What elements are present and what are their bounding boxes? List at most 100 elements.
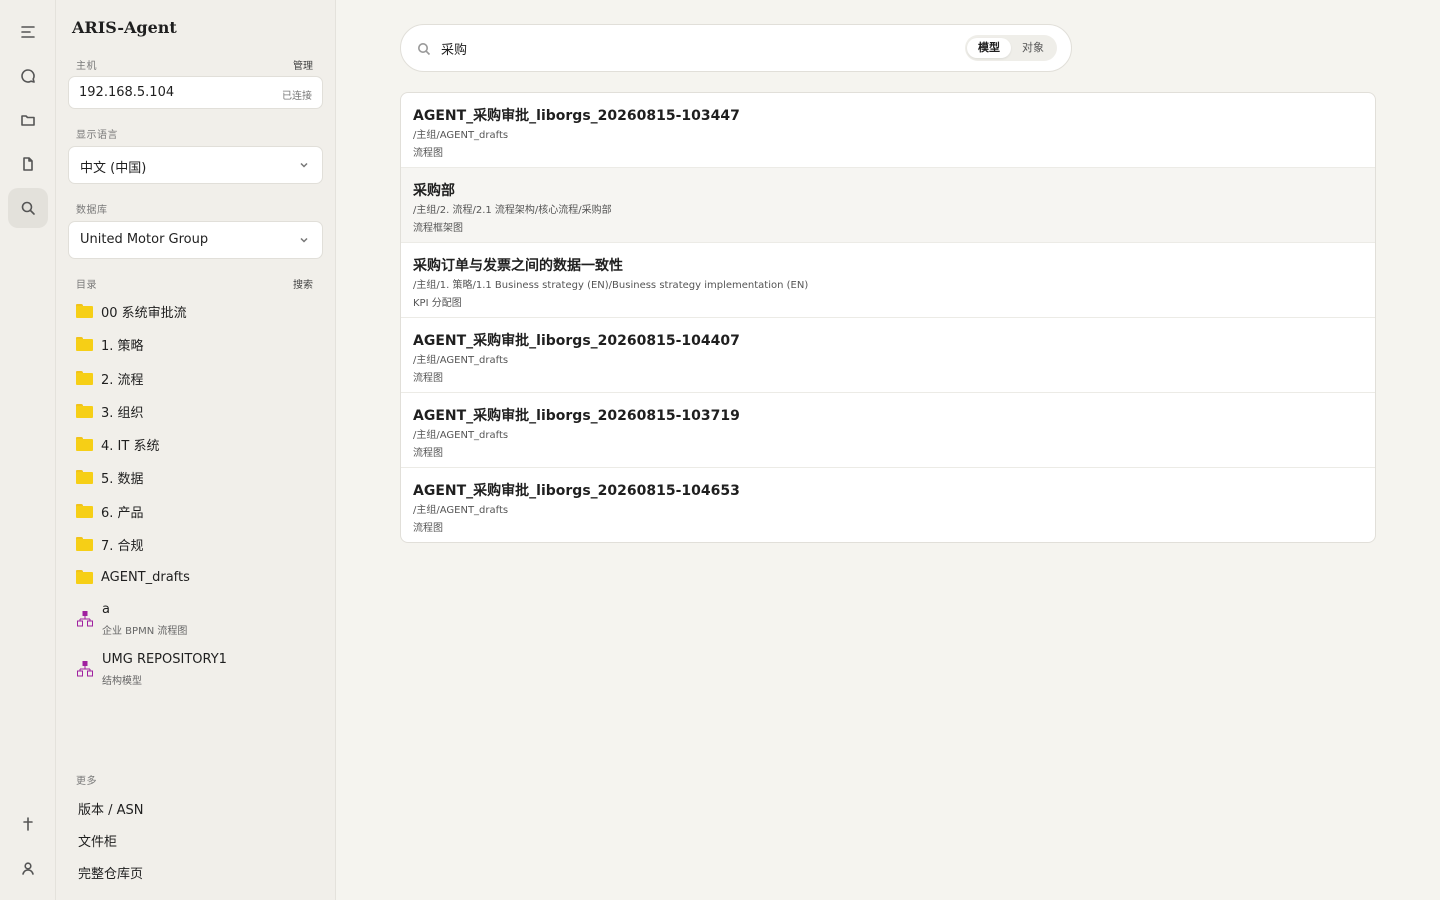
folder-button[interactable]: [8, 100, 48, 140]
result-path: /主组/AGENT_drafts: [413, 355, 509, 366]
result-title: AGENT_采购审批_liborgs_20260815-103447: [413, 108, 740, 124]
folder-icon: [76, 537, 93, 551]
language-value: 中文 (中国): [80, 161, 147, 176]
app-title: ARIS-Agent: [72, 18, 177, 37]
folder-label: 4. IT 系统: [101, 438, 160, 454]
folder-label: AGENT_drafts: [101, 569, 190, 585]
result-title: 采购订单与发票之间的数据一致性: [413, 258, 623, 274]
folder-item[interactable]: 2. 流程: [76, 364, 316, 392]
model-subtitle: 结构模型: [102, 676, 142, 687]
model-item[interactable]: a 企业 BPMN 流程图: [76, 602, 316, 642]
sidebar: ARIS-Agent 主机 管理 192.168.5.104 已连接 显示语言 …: [56, 0, 336, 900]
document-icon: [23, 157, 33, 171]
model-structure-icon: [77, 611, 93, 627]
host-field[interactable]: 192.168.5.104 已连接: [68, 76, 323, 109]
toggle-model[interactable]: 模型: [967, 38, 1011, 58]
result-type: 流程图: [413, 373, 443, 384]
folder-icon: [76, 570, 93, 584]
user-button[interactable]: [8, 848, 48, 888]
result-type: KPI 分配图: [413, 298, 462, 309]
host-manage-link[interactable]: 管理: [293, 57, 313, 72]
result-type: 流程图: [413, 148, 443, 159]
result-path: /主组/AGENT_drafts: [413, 505, 509, 516]
folder-icon: [76, 470, 93, 484]
search-bar: 模型 对象: [400, 24, 1072, 72]
pin-icon: [23, 817, 33, 831]
menu-icon: [21, 26, 35, 38]
result-title: AGENT_采购审批_liborgs_20260815-103719: [413, 408, 740, 424]
folder-label: 2. 流程: [101, 372, 144, 388]
folder-item[interactable]: 1. 策略: [76, 330, 316, 358]
chevron-down-icon: [300, 237, 308, 243]
folder-icon: [76, 337, 93, 351]
result-item[interactable]: 采购部 /主组/2. 流程/2.1 流程架构/核心流程/采购部 流程框架图: [401, 168, 1375, 243]
model-title: UMG REPOSITORY1: [102, 652, 227, 667]
search-input[interactable]: [441, 37, 941, 59]
result-item[interactable]: AGENT_采购审批_liborgs_20260815-103719 /主组/A…: [401, 393, 1375, 468]
toggle-object[interactable]: 对象: [1011, 38, 1055, 58]
result-path: /主组/1. 策略/1.1 Business strategy (EN)/Bus…: [413, 280, 809, 291]
connection-status: 已连接: [282, 91, 312, 102]
result-path: /主组/AGENT_drafts: [413, 130, 509, 141]
model-subtitle: 企业 BPMN 流程图: [102, 626, 188, 637]
search-icon: [21, 201, 35, 215]
folder-icon: [76, 371, 93, 385]
folder-item[interactable]: 7. 合规: [76, 530, 316, 558]
folder-label: 7. 合规: [101, 538, 144, 554]
result-item[interactable]: AGENT_采购审批_liborgs_20260815-104653 /主组/A…: [401, 468, 1375, 542]
result-item[interactable]: AGENT_采购审批_liborgs_20260815-104407 /主组/A…: [401, 318, 1375, 393]
search-nav-button[interactable]: [8, 188, 48, 228]
result-type: 流程图: [413, 448, 443, 459]
host-label: 主机: [76, 61, 97, 72]
folder-item[interactable]: 3. 组织: [76, 397, 316, 425]
folder-label: 00 系统审批流: [101, 305, 187, 321]
folder-item[interactable]: 00 系统审批流: [76, 297, 316, 325]
full-repository-link[interactable]: 完整仓库页: [78, 863, 143, 882]
result-type: 流程图: [413, 523, 443, 534]
folder-icon: [21, 115, 35, 126]
folder-item[interactable]: 4. IT 系统: [76, 430, 316, 458]
menu-button[interactable]: [8, 12, 48, 52]
result-title: 采购部: [413, 183, 455, 199]
database-label: 数据库: [76, 205, 108, 216]
folder-item[interactable]: AGENT_drafts: [76, 563, 316, 591]
user-icon: [22, 862, 34, 875]
result-title: AGENT_采购审批_liborgs_20260815-104407: [413, 333, 740, 349]
folder-label: 5. 数据: [101, 471, 144, 487]
catalog-search-link[interactable]: 搜索: [293, 276, 313, 291]
result-type: 流程框架图: [413, 223, 463, 234]
folder-icon: [76, 404, 93, 418]
database-select[interactable]: United Motor Group: [68, 221, 323, 259]
model-title: a: [102, 602, 110, 617]
search-icon: [418, 43, 431, 56]
result-title: AGENT_采购审批_liborgs_20260815-104653: [413, 483, 740, 499]
folder-icon: [76, 437, 93, 451]
folder-label: 1. 策略: [101, 338, 144, 354]
model-structure-icon: [77, 661, 93, 677]
language-select[interactable]: 中文 (中国): [68, 146, 323, 184]
folder-item[interactable]: 6. 产品: [76, 497, 316, 525]
database-value: United Motor Group: [80, 232, 209, 247]
chat-icon: [21, 69, 35, 83]
folder-label: 3. 组织: [101, 405, 144, 421]
model-item[interactable]: UMG REPOSITORY1 结构模型: [76, 652, 316, 692]
chat-button[interactable]: [8, 56, 48, 96]
result-item[interactable]: AGENT_采购审批_liborgs_20260815-103447 /主组/A…: [401, 93, 1375, 168]
folder-icon: [76, 304, 93, 318]
result-item[interactable]: 采购订单与发票之间的数据一致性 /主组/1. 策略/1.1 Business s…: [401, 243, 1375, 318]
chevron-down-icon: [300, 162, 308, 168]
result-path: /主组/2. 流程/2.1 流程架构/核心流程/采购部: [413, 205, 612, 216]
pin-button[interactable]: [8, 804, 48, 844]
catalog-label: 目录: [76, 280, 97, 291]
folder-label: 6. 产品: [101, 505, 144, 521]
language-label: 显示语言: [76, 130, 118, 141]
search-scope-toggle: 模型 对象: [965, 35, 1057, 61]
result-path: /主组/AGENT_drafts: [413, 430, 509, 441]
host-value: 192.168.5.104: [79, 85, 175, 100]
icon-rail: [0, 0, 56, 900]
document-button[interactable]: [8, 144, 48, 184]
version-asn-link[interactable]: 版本 / ASN: [78, 799, 144, 818]
file-cabinet-link[interactable]: 文件柜: [78, 831, 117, 850]
search-results: AGENT_采购审批_liborgs_20260815-103447 /主组/A…: [400, 92, 1376, 543]
folder-item[interactable]: 5. 数据: [76, 463, 316, 491]
